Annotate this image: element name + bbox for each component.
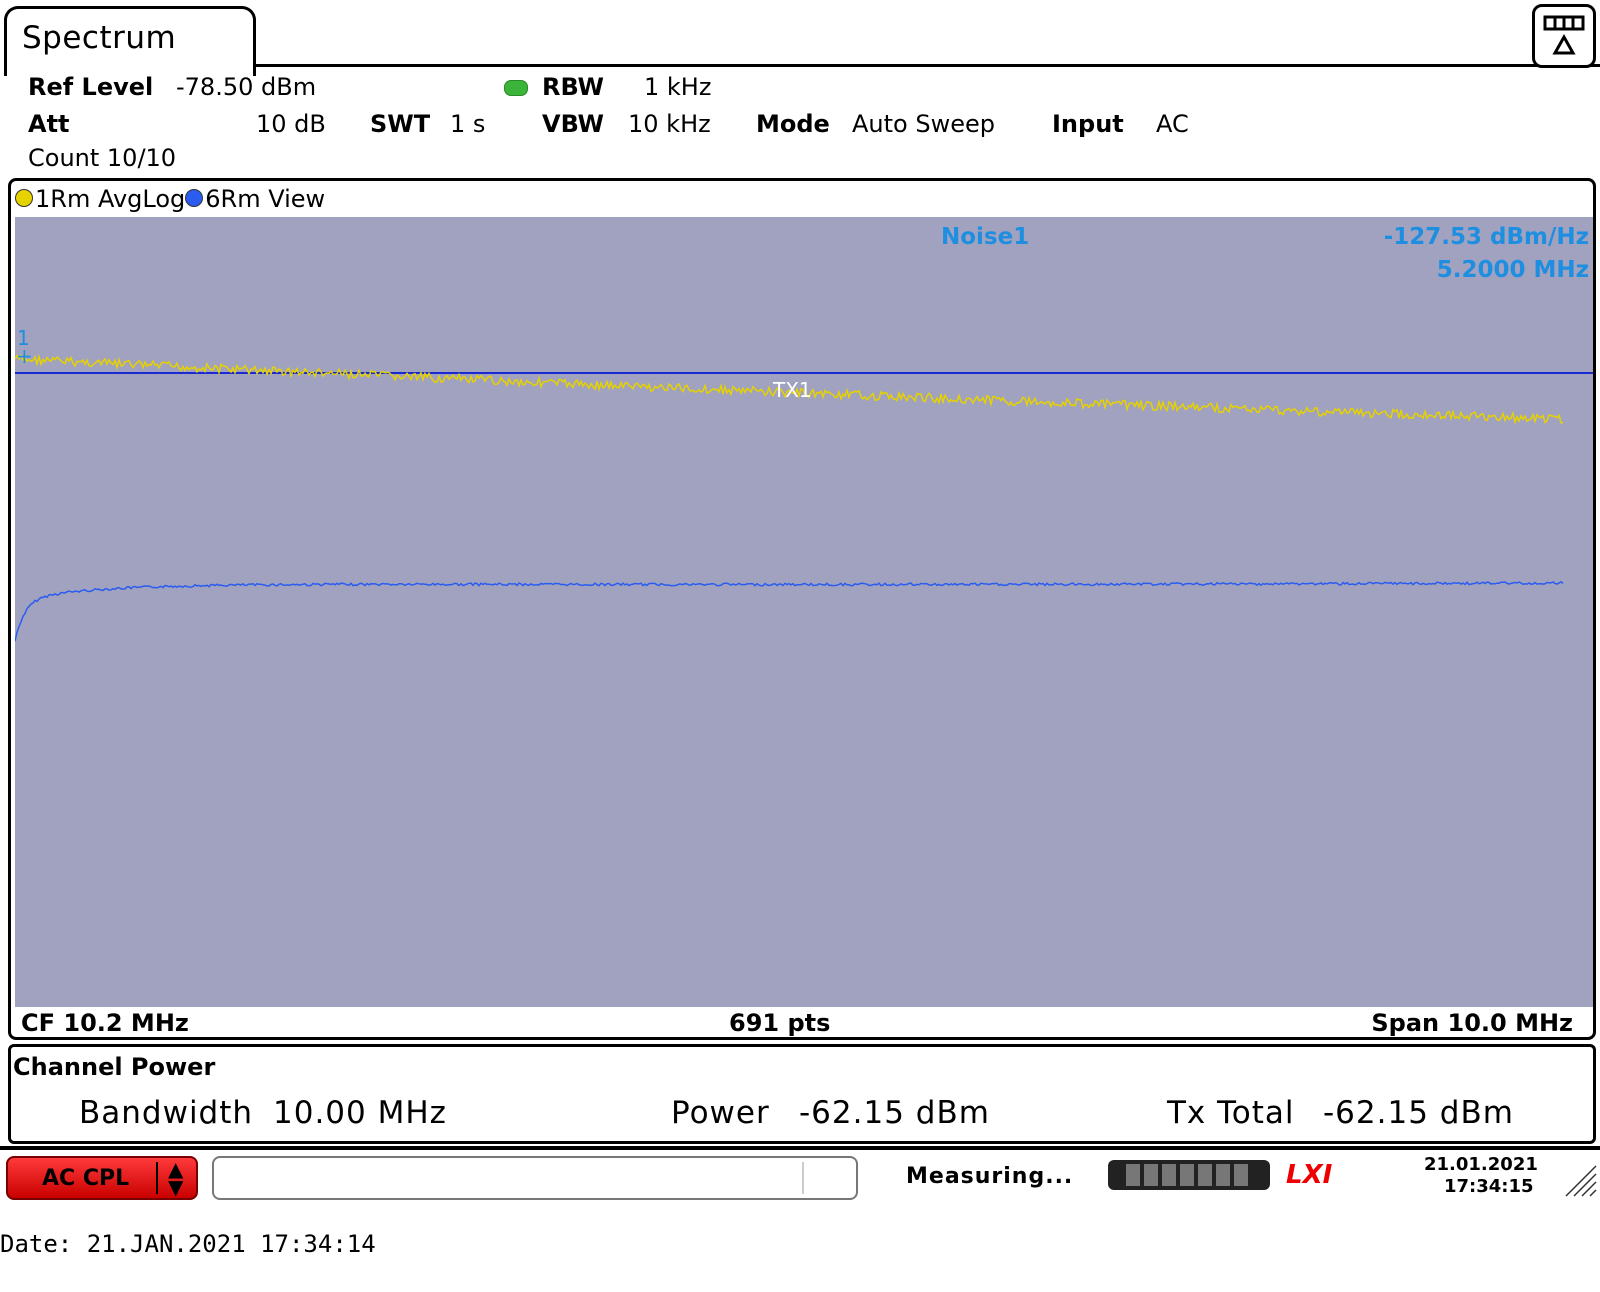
ac-cpl-divider	[156, 1162, 158, 1194]
measuring-status: Measuring...	[906, 1164, 1074, 1189]
resize-grip-icon[interactable]	[1560, 1160, 1598, 1198]
message-divider	[802, 1162, 804, 1194]
marker-frequency: 5.2000 MHz	[1437, 257, 1589, 283]
bandwidth-value: 10.00 MHz	[273, 1095, 447, 1131]
rbw-label: RBW	[542, 73, 604, 101]
att-label: Att	[28, 110, 70, 138]
att-value: 10 dB	[256, 110, 326, 138]
ref-level-value: -78.50 dBm	[176, 73, 317, 101]
center-frequency: CF 10.2 MHz	[21, 1009, 189, 1037]
vbw-label: VBW	[542, 110, 605, 138]
legend-trace6-label: 6Rm View	[205, 185, 326, 213]
input-value: AC	[1156, 110, 1189, 138]
sweep-count: Count 10/10	[28, 144, 177, 172]
marker-label: Noise1	[941, 224, 1029, 250]
trace6-dot-icon	[185, 189, 204, 207]
power-label: Power	[671, 1095, 770, 1131]
status-time: 17:34:15	[1444, 1176, 1534, 1197]
vbw-value: 10 kHz	[628, 110, 711, 138]
spectrum-diagram: 1Rm AvgLog 6Rm View 1 + TX1 Noise1 -127.5…	[8, 178, 1596, 1040]
lxi-logo: LXI	[1286, 1160, 1333, 1190]
legend-trace1-label: 1Rm AvgLog	[35, 185, 186, 213]
ac-cpl-label: AC CPL	[42, 1166, 130, 1191]
frequency-span: Span 10.0 MHz	[1371, 1009, 1573, 1037]
mode-value: Auto Sweep	[852, 110, 995, 138]
channel-power-panel: Channel Power Bandwidth 10.00 MHz Power …	[8, 1044, 1596, 1144]
marker-icon: +	[16, 344, 33, 368]
rbw-value: 1 kHz	[644, 73, 712, 101]
screenshot-date: Date: 21.JAN.2021 17:34:14	[0, 1230, 376, 1258]
trace-legend: 1Rm AvgLog 6Rm View	[15, 185, 325, 213]
tab-divider	[254, 64, 1600, 67]
up-down-arrow-icon: ▲ ▼	[168, 1157, 184, 1199]
swt-label: SWT	[370, 110, 431, 138]
mode-label: Mode	[756, 110, 830, 138]
bandwidth-label: Bandwidth	[79, 1095, 254, 1131]
display-config-button[interactable]	[1532, 4, 1596, 68]
progress-bar	[1108, 1160, 1270, 1190]
diagram-footer: CF 10.2 MHz 691 pts Span 10.0 MHz	[11, 1007, 1593, 1037]
power-value: -62.15 dBm	[799, 1095, 990, 1131]
marker-level: -127.53 dBm/Hz	[1384, 224, 1589, 250]
tx-total-value: -62.15 dBm	[1323, 1095, 1514, 1131]
status-date: 21.01.2021	[1424, 1154, 1538, 1175]
input-label: Input	[1052, 110, 1124, 138]
sweep-points: 691 pts	[729, 1009, 831, 1037]
tx-total-label: Tx Total	[1167, 1095, 1295, 1131]
ref-level-label: Ref Level	[28, 73, 154, 101]
display-config-icon	[1543, 15, 1585, 55]
trace1-dot-icon	[15, 189, 33, 207]
tab-title: Spectrum	[22, 20, 177, 56]
trace6-line	[15, 580, 1564, 642]
message-field	[212, 1156, 858, 1200]
status-led-icon	[504, 80, 528, 96]
channel-label: TX1	[772, 378, 812, 402]
ac-cpl-button[interactable]: AC CPL ▲ ▼	[6, 1156, 198, 1200]
channel-power-title: Channel Power	[13, 1053, 216, 1081]
trace-svg: 1 + TX1 Noise1 -127.53 dBm/Hz 5.2000 MHz	[15, 224, 1593, 642]
status-bar: AC CPL ▲ ▼ Measuring... LXI 21.01.2021 17…	[0, 1146, 1600, 1208]
swt-value: 1 s	[450, 110, 486, 138]
plot-area[interactable]: 1 + TX1 Noise1 -127.53 dBm/Hz 5.2000 MHz	[15, 217, 1593, 1007]
legend-item-trace1: 1Rm AvgLog	[15, 185, 185, 213]
legend-item-trace6: 6Rm View	[185, 185, 325, 213]
